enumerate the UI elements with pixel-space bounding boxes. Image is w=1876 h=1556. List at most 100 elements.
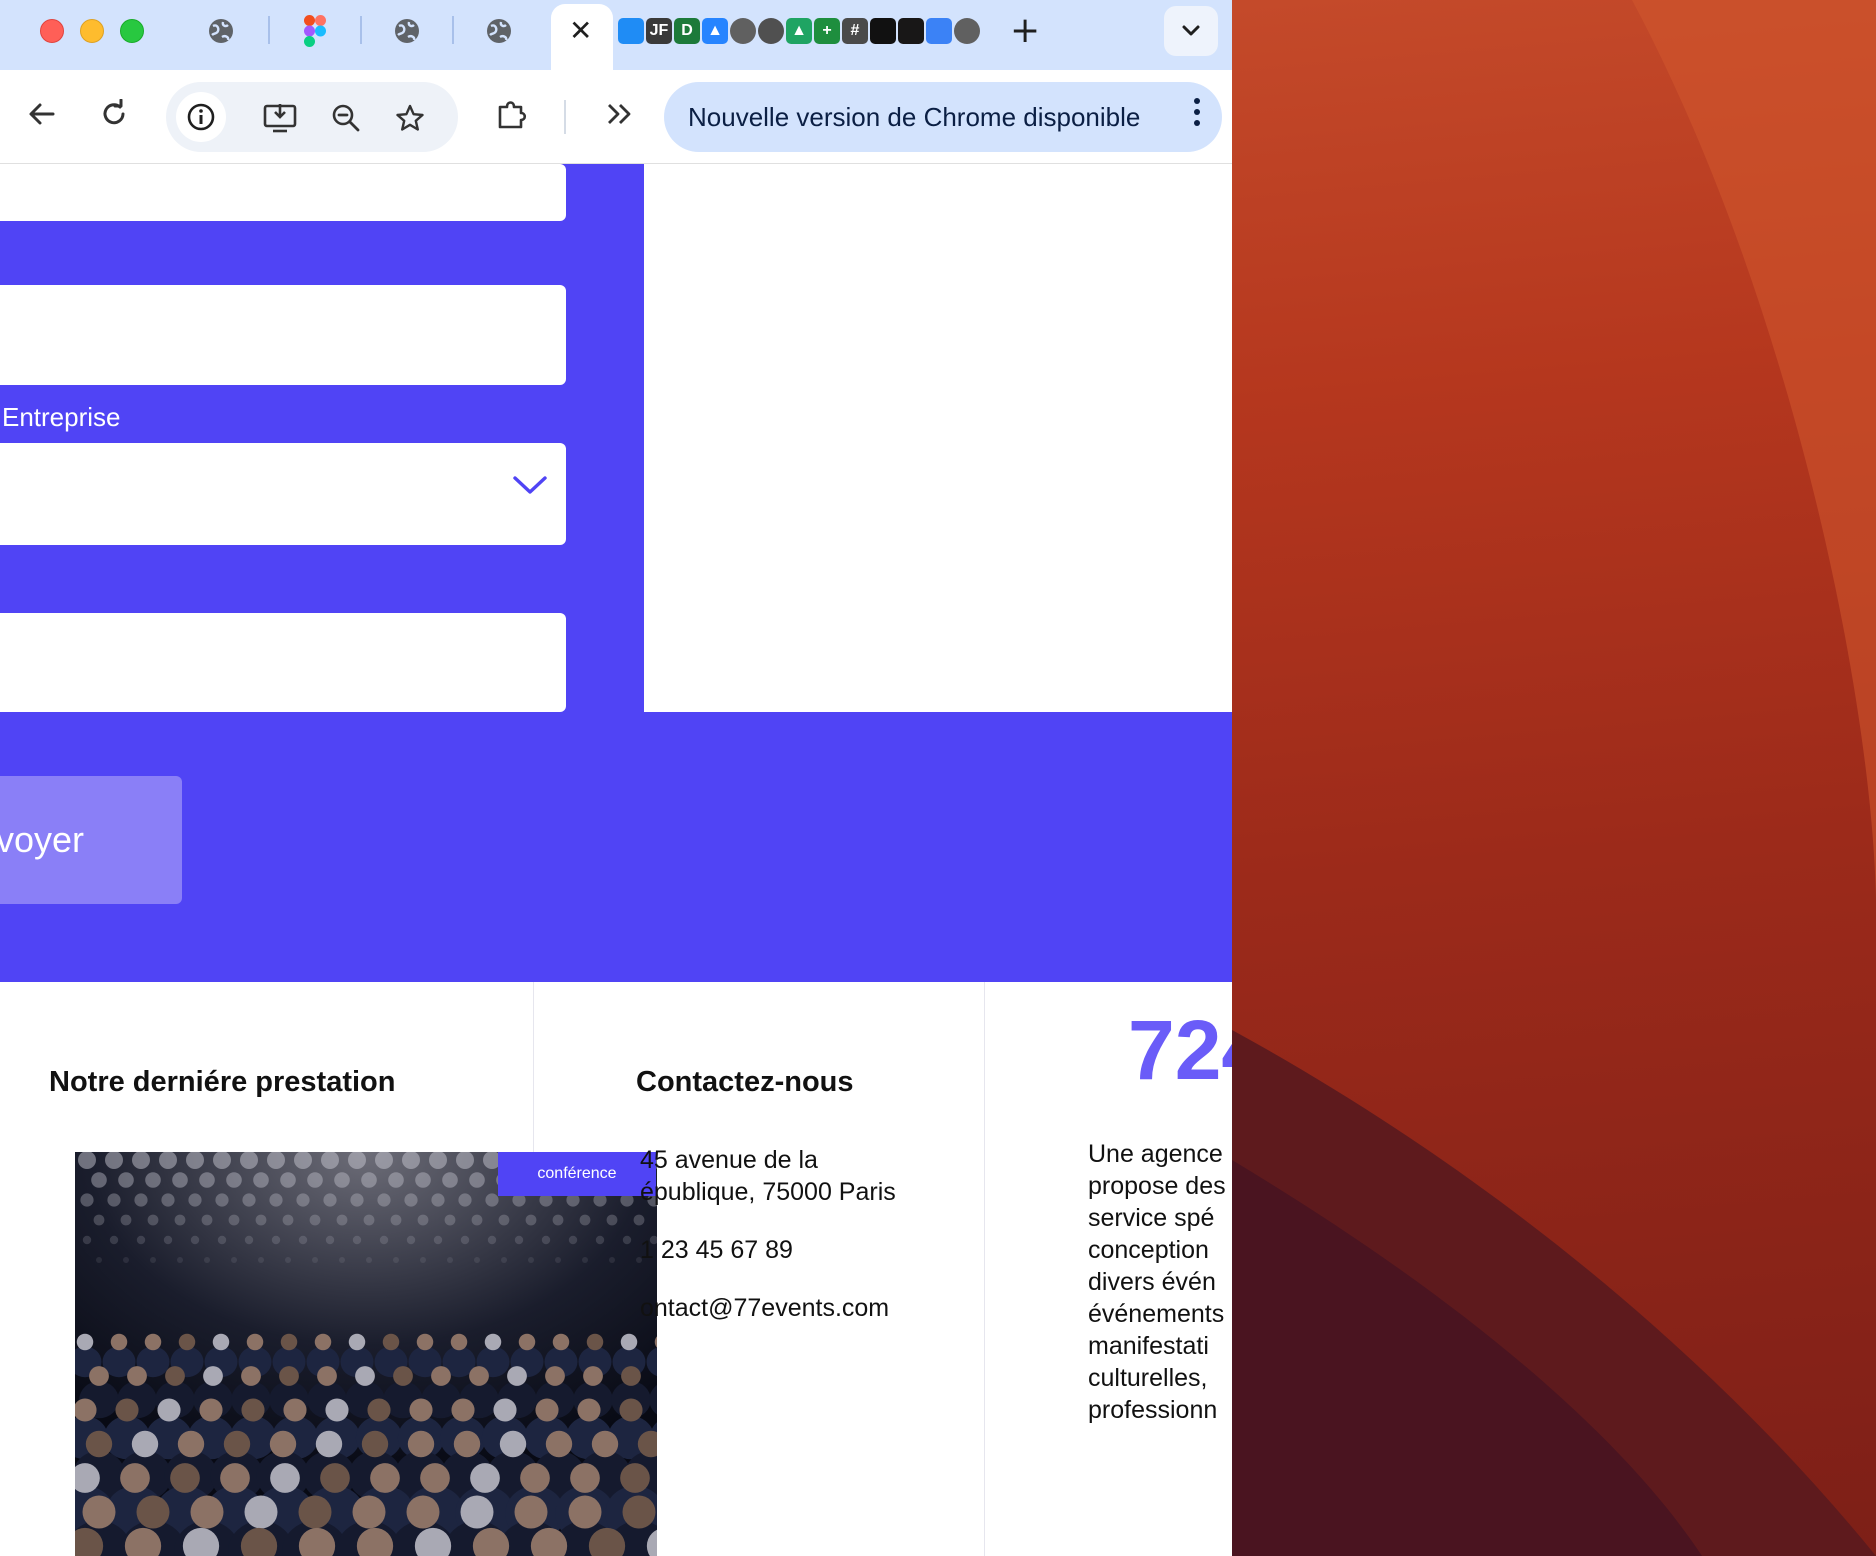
bokeh-light [199, 1172, 215, 1188]
audience-head [270, 1463, 300, 1493]
audience-head [514, 1495, 548, 1529]
audience-head [76, 1333, 94, 1351]
contact-form-section: Entreprise voyer [0, 164, 1232, 982]
audience-head [469, 1366, 489, 1386]
bokeh-light [323, 1193, 337, 1207]
bokeh-light [174, 1214, 186, 1226]
bokeh-light [431, 1193, 445, 1207]
bokeh-light [147, 1214, 159, 1226]
openai-icon[interactable] [870, 18, 896, 44]
chrome-update-button[interactable]: Nouvelle version de Chrome disponible [664, 82, 1222, 152]
info-icon [187, 103, 215, 131]
bookmark-button[interactable] [388, 96, 432, 140]
more-bookmarks-button[interactable] [598, 92, 642, 136]
close-tab-icon[interactable]: ✕ [569, 14, 592, 47]
company-select[interactable] [0, 443, 566, 545]
bokeh-light [280, 1172, 296, 1188]
bokeh-light [120, 1214, 132, 1226]
audience-head [451, 1398, 475, 1422]
tab-search-button[interactable] [1164, 6, 1218, 56]
tab-strip: ✕ JF D ▲ ▲ + # + [0, 0, 1232, 74]
about-line: culturelles, [1088, 1364, 1208, 1392]
audience-head [493, 1398, 517, 1422]
reload-button[interactable] [92, 92, 136, 136]
audience-head [115, 1398, 139, 1422]
browser-toolbar: Nouvelle version de Chrome disponible [0, 70, 1232, 164]
bokeh-light [415, 1172, 431, 1188]
globe-icon[interactable] [758, 18, 784, 44]
bokeh-light [136, 1235, 146, 1245]
tab-globe-1[interactable] [206, 16, 236, 46]
email-link[interactable]: ontact@77events.com [640, 1292, 889, 1324]
jf-icon[interactable]: JF [646, 18, 672, 44]
new-tab-button[interactable]: + [1010, 10, 1040, 51]
submit-button[interactable]: voyer [0, 776, 182, 904]
globe-icon[interactable] [954, 18, 980, 44]
audience-head [583, 1366, 603, 1386]
form-input-top[interactable] [0, 164, 566, 221]
audience-head [223, 1430, 251, 1458]
form-input[interactable] [0, 285, 566, 385]
address-bar[interactable] [166, 82, 458, 152]
bokeh-light [366, 1257, 372, 1263]
bokeh-light [269, 1193, 283, 1207]
bokeh-light [150, 1257, 156, 1263]
plus-app-icon[interactable]: + [814, 18, 840, 44]
audience-head [190, 1495, 224, 1529]
audience-head [280, 1333, 298, 1351]
audience-head [568, 1495, 602, 1529]
form-input-bottom[interactable] [0, 613, 566, 712]
more-options-icon[interactable] [1192, 98, 1202, 126]
bokeh-light [307, 1172, 323, 1188]
bokeh-light [96, 1257, 102, 1263]
tab-globe-2[interactable] [392, 16, 422, 46]
bokeh-light [334, 1172, 350, 1188]
active-tab[interactable]: ✕ [551, 4, 613, 74]
bokeh-light [417, 1214, 429, 1226]
zoom-window-button[interactable] [120, 19, 144, 43]
audience-head [127, 1366, 147, 1386]
tab-globe-3[interactable] [484, 16, 514, 46]
bokeh-light [258, 1257, 264, 1263]
bokeh-light [123, 1257, 129, 1263]
bokeh-light [420, 1257, 426, 1263]
stat-number: 724 [1128, 1003, 1232, 1097]
audience-head [407, 1430, 435, 1458]
message-textarea[interactable] [644, 164, 1232, 712]
extensions-button[interactable] [490, 92, 534, 136]
globe-icon [395, 19, 419, 43]
d-icon[interactable]: D [674, 18, 700, 44]
audience-head [241, 1366, 261, 1386]
cloud-icon[interactable] [926, 18, 952, 44]
phone-number[interactable]: 1 23 45 67 89 [640, 1234, 793, 1266]
drive-icon[interactable]: ▲ [786, 18, 812, 44]
conference-photo[interactable] [75, 1152, 657, 1556]
globe-icon[interactable] [730, 18, 756, 44]
slack-icon[interactable]: # [842, 18, 868, 44]
bokeh-light [390, 1214, 402, 1226]
atlassian-icon[interactable]: ▲ [702, 18, 728, 44]
github-icon[interactable] [898, 18, 924, 44]
audience-head [552, 1333, 570, 1351]
audience-head [212, 1333, 230, 1351]
audience-head [470, 1463, 500, 1493]
bokeh-light [498, 1214, 510, 1226]
bokeh-light [134, 1193, 148, 1207]
audience-head [131, 1430, 159, 1458]
audience-image [75, 1152, 657, 1556]
bokeh-light [433, 1235, 443, 1245]
zoom-button[interactable] [324, 96, 368, 140]
audience-head [352, 1495, 386, 1529]
bokeh-light [350, 1193, 364, 1207]
audience-head [460, 1495, 494, 1529]
audience-head [453, 1430, 481, 1458]
site-info-button[interactable] [176, 92, 226, 142]
back-button[interactable] [20, 92, 64, 136]
bokeh-light [336, 1214, 348, 1226]
install-app-button[interactable] [258, 96, 302, 140]
tab-figma[interactable] [300, 15, 330, 47]
close-window-button[interactable] [40, 19, 64, 43]
audience-head [89, 1366, 109, 1386]
minimize-window-button[interactable] [80, 19, 104, 43]
app-store-icon[interactable] [618, 18, 644, 44]
